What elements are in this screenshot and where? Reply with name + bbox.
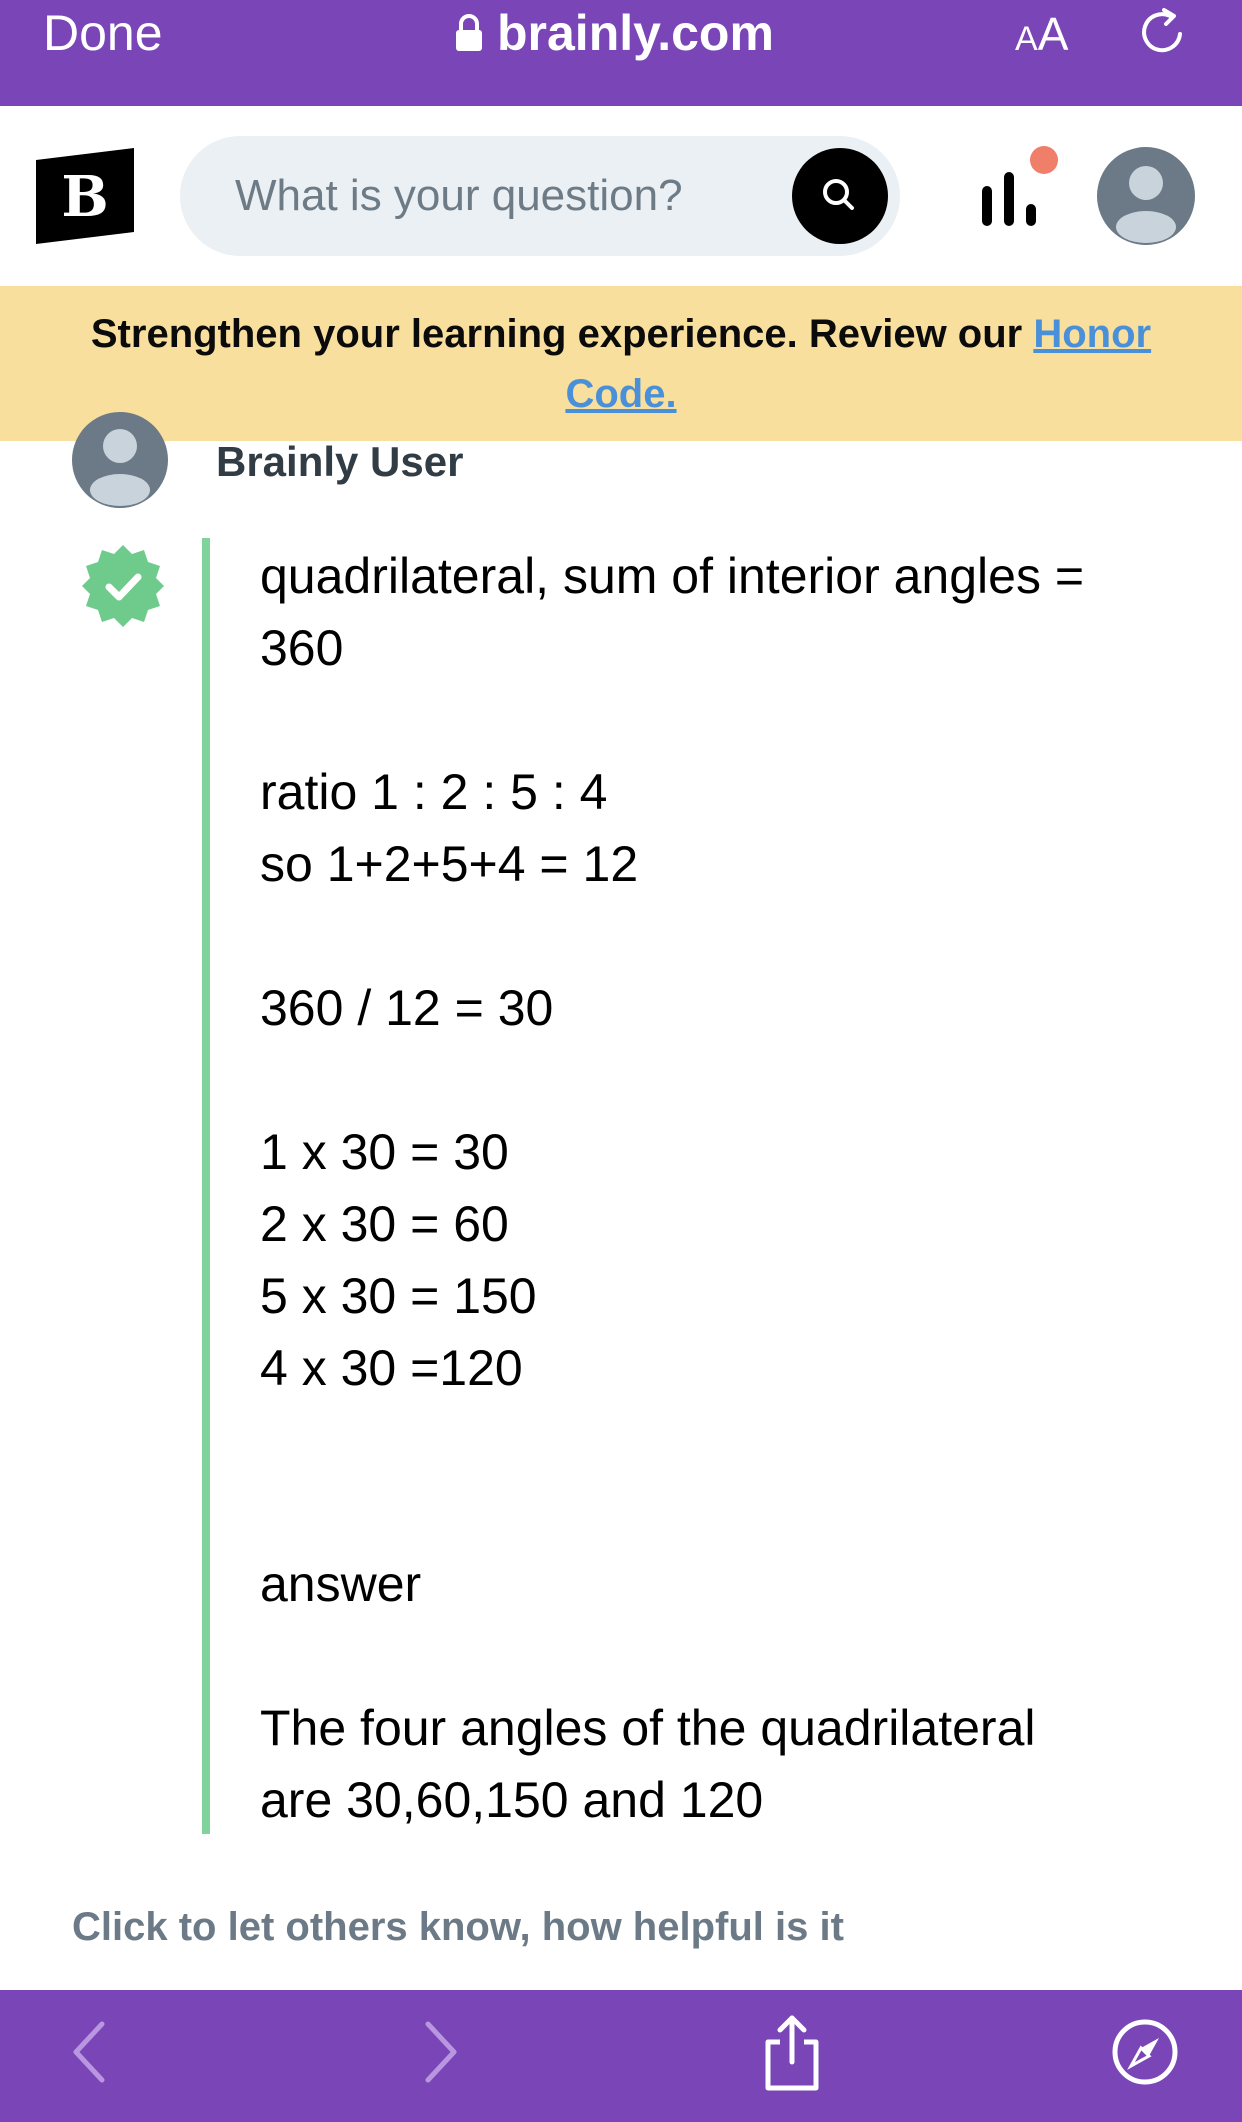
answer-line: 5 x 30 = 150 xyxy=(260,1268,537,1324)
answer-line: ratio 1 : 2 : 5 : 4 xyxy=(260,764,608,820)
answer-line: answer xyxy=(260,1556,422,1612)
site-header: B What is your question? xyxy=(0,106,1242,286)
answer-line: 1 x 30 = 30 xyxy=(260,1124,509,1180)
answer-line: 360 / 12 = 30 xyxy=(260,980,554,1036)
search-input[interactable]: What is your question? xyxy=(235,136,683,256)
avatar-icon xyxy=(90,429,150,506)
browser-bottom-toolbar xyxy=(0,1990,1242,2122)
answer-line: so 1+2+5+4 = 12 xyxy=(260,836,639,892)
answer-line: 360 xyxy=(260,620,344,676)
address-bar[interactable]: brainly.com xyxy=(455,4,774,62)
answer-line: 4 x 30 =120 xyxy=(260,1340,523,1396)
reload-icon[interactable] xyxy=(1136,6,1188,58)
compass-icon[interactable] xyxy=(1105,2012,1185,2092)
honor-code-banner: Strengthen your learning experience. Rev… xyxy=(0,286,1242,441)
author-avatar[interactable] xyxy=(72,412,168,508)
logo-letter: B xyxy=(61,164,108,230)
browser-top-bar: Done brainly.com AA xyxy=(0,0,1242,106)
answer-line: are 30,60,150 and 120 xyxy=(260,1772,764,1828)
search-bar[interactable]: What is your question? xyxy=(180,136,900,256)
answer-line xyxy=(260,1620,1180,1692)
answer-line: quadrilateral, sum of interior angles = xyxy=(260,548,1085,604)
lock-icon xyxy=(456,14,482,51)
forward-icon[interactable] xyxy=(400,2012,480,2092)
answer-line xyxy=(260,1404,1180,1476)
helpful-prompt[interactable]: Click to let others know, how helpful is… xyxy=(72,1905,844,1950)
answer-line xyxy=(260,684,1180,756)
answer-content: quadrilateral, sum of interior angles = … xyxy=(260,540,1180,1836)
answer-line: The four angles of the quadrilateral xyxy=(260,1700,1036,1756)
search-icon xyxy=(823,179,854,210)
answer-line xyxy=(260,1044,1180,1116)
answer-line xyxy=(260,900,1180,972)
share-icon[interactable] xyxy=(752,2012,832,2092)
brainly-logo[interactable]: B xyxy=(36,148,134,244)
avatar-icon xyxy=(1116,166,1176,243)
done-button[interactable]: Done xyxy=(43,4,163,62)
search-button[interactable] xyxy=(792,148,888,244)
answer-line xyxy=(260,1476,1180,1548)
user-avatar[interactable] xyxy=(1097,147,1195,245)
stats-icon[interactable] xyxy=(980,146,1060,236)
text-size-button[interactable]: AA xyxy=(1015,6,1068,67)
url-text: brainly.com xyxy=(497,5,774,61)
banner-message: Strengthen your learning experience. Rev… xyxy=(90,312,1152,416)
author-name[interactable]: Brainly User xyxy=(216,438,463,486)
back-icon[interactable] xyxy=(50,2012,130,2092)
verified-badge-icon xyxy=(82,545,164,627)
answer-line: 2 x 30 = 60 xyxy=(260,1196,509,1252)
answer-accent-rule xyxy=(202,538,210,1834)
notification-dot xyxy=(1030,146,1058,174)
